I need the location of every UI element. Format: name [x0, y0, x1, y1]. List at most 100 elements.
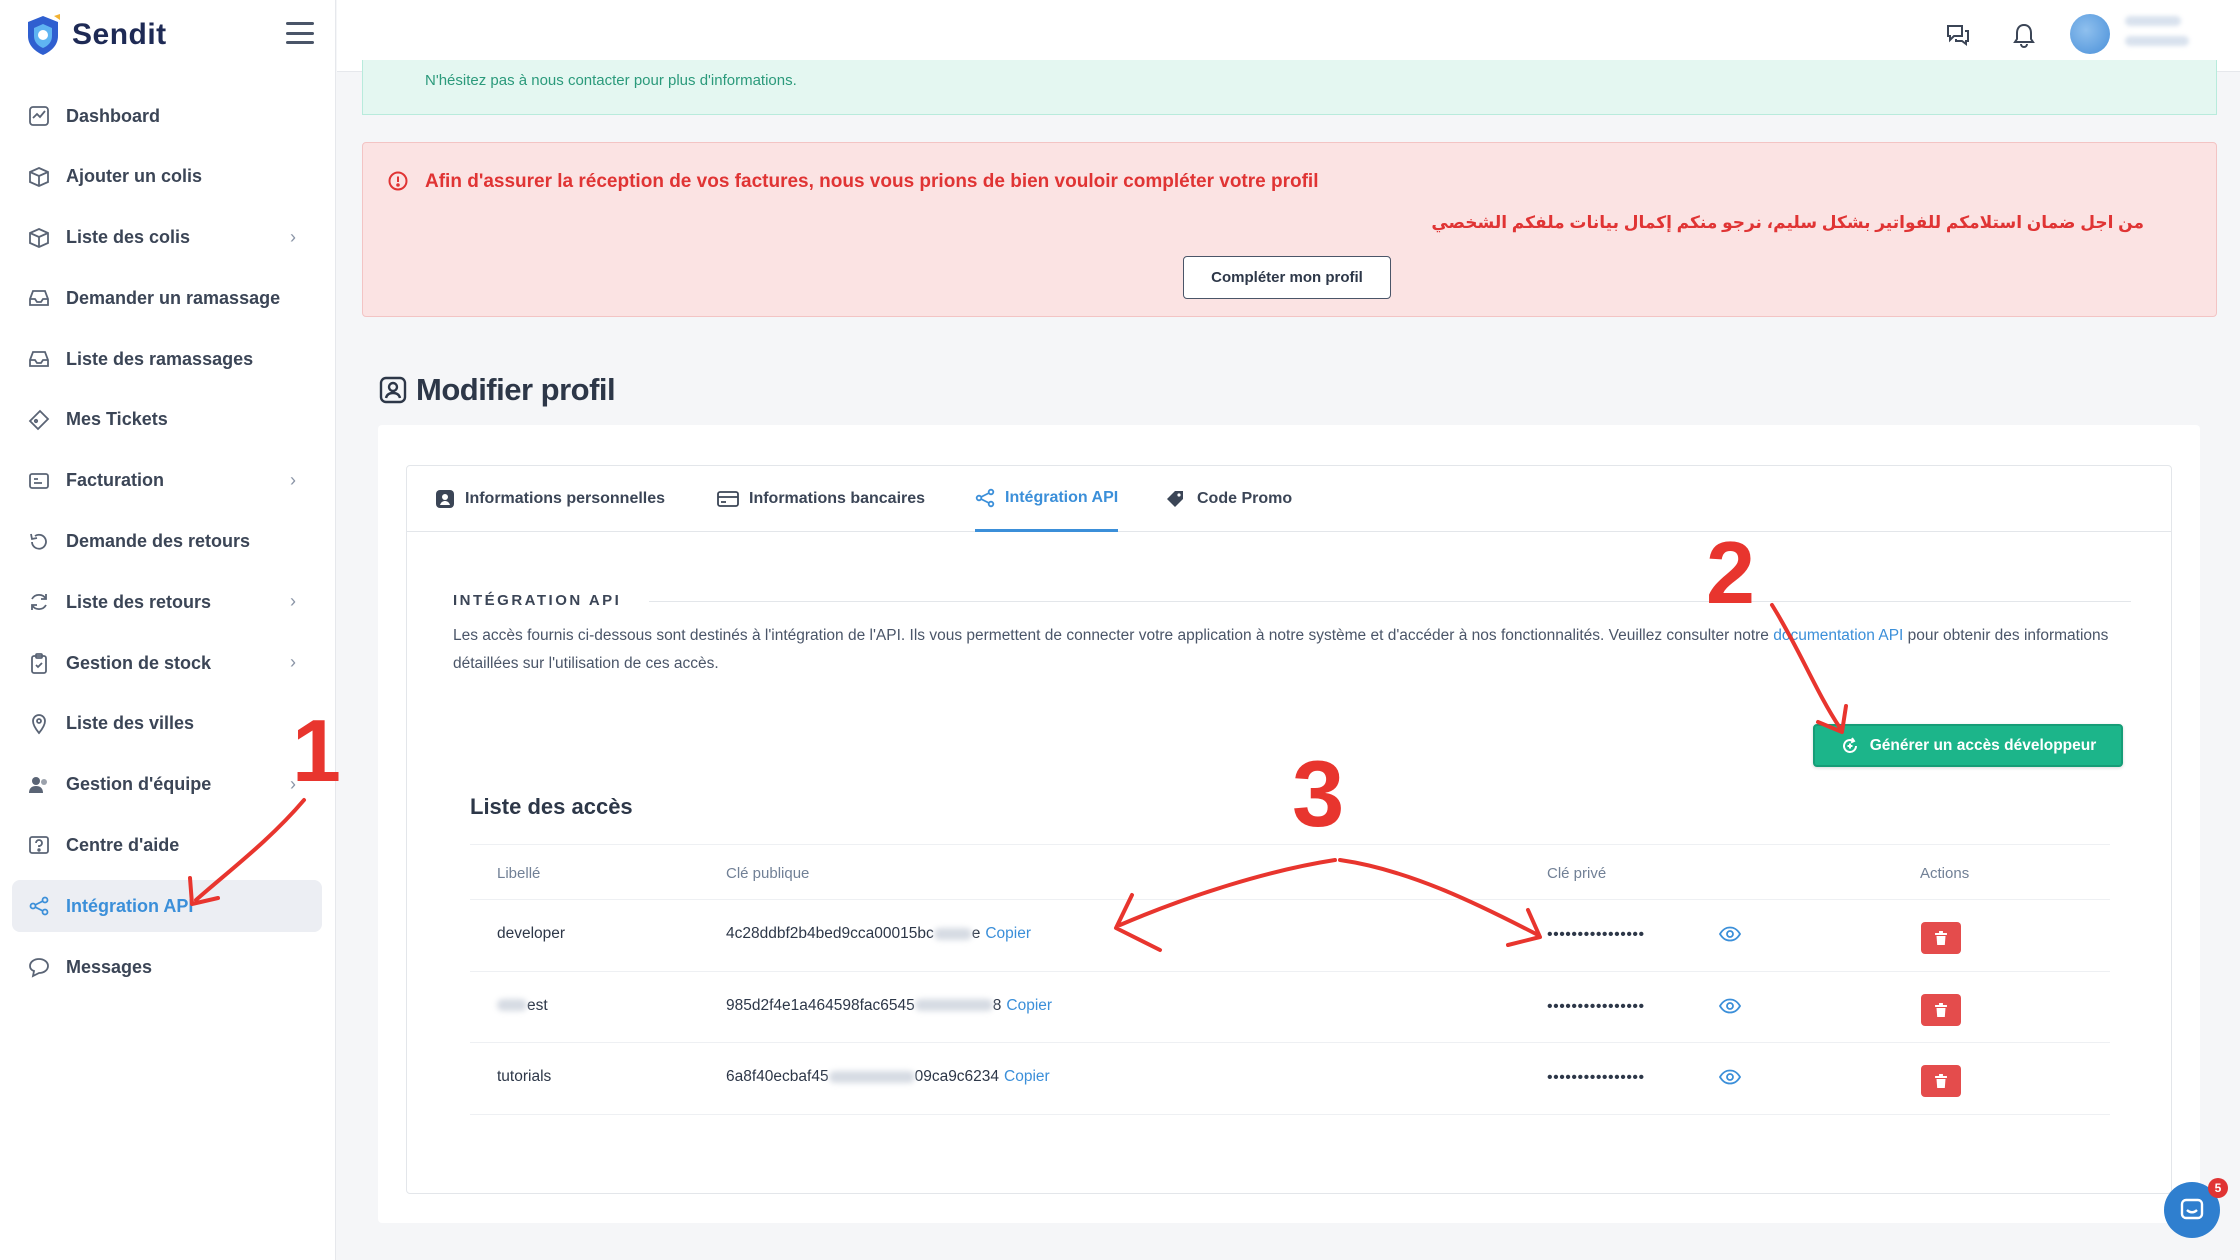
sidebar-item-label: Liste des villes [66, 713, 195, 734]
access-table: Libellé Clé publique Clé privé Actions d… [470, 844, 2110, 1115]
public-key-start: 6a8f40ecbaf45 [726, 1068, 829, 1085]
sidebar-nav: Dashboard Ajouter un colis Liste des col… [12, 90, 322, 1002]
sidebar-item-label: Mes Tickets [66, 409, 168, 430]
sidebar-item-api-integration[interactable]: Intégration API [12, 880, 322, 933]
sidebar-item-dashboard[interactable]: Dashboard [12, 90, 322, 142]
sidebar-item-billing[interactable]: Facturation › [12, 455, 322, 507]
chat-icon[interactable] [1943, 20, 1973, 50]
complete-profile-button[interactable]: Compléter mon profil [1183, 256, 1391, 299]
refresh-plus-icon [1842, 736, 1857, 753]
api-documentation-link[interactable]: documentation API [1773, 627, 1903, 644]
page-title-text: Modifier profil [416, 372, 616, 407]
redacted-label-part [497, 999, 527, 1012]
api-section-title: INTÉGRATION API [453, 592, 622, 609]
page-title: Modifier profil [378, 372, 616, 408]
ticket-icon [26, 407, 52, 433]
sidebar-item-label: Intégration API [66, 895, 194, 916]
sidebar-item-label: Gestion de stock [66, 652, 212, 673]
sidebar-item-return-request[interactable]: Demande des retours [12, 516, 322, 568]
private-key-masked: •••••••••••••••• [1547, 926, 1645, 943]
api-description-text: Les accès fournis ci-dessous sont destin… [453, 627, 1774, 644]
tab-personal-info[interactable]: Informations personnelles [435, 466, 665, 532]
profile-tabs-panel: Informations personnelles Informations b… [406, 465, 2172, 1194]
table-row: est 985d2f4e1a464598fac6545 8 Copier •••••… [470, 972, 2110, 1043]
generate-button-label: Générer un accès développeur [1869, 736, 2097, 754]
access-label: est [497, 997, 548, 1015]
sidebar-item-label: Liste des ramassages [66, 348, 254, 369]
user-card-icon [436, 490, 454, 508]
sidebar-item-help[interactable]: Centre d'aide [12, 820, 322, 872]
table-row: tutorials 6a8f40ecbaf45 09ca9c6234 Copier … [470, 1043, 2110, 1115]
tab-api-integration[interactable]: Intégration API [975, 466, 1119, 532]
sidebar-item-label: Liste des retours [66, 591, 212, 612]
tab-label: Code Promo [1197, 490, 1293, 507]
copy-button[interactable]: Copier [985, 925, 1031, 942]
copy-button[interactable]: Copier [1004, 1068, 1050, 1085]
sidebar-item-label: Facturation [66, 470, 165, 491]
brand-name: Sendit [72, 18, 167, 51]
chevron-right-icon: › [290, 652, 296, 673]
tab-bank-info[interactable]: Informations bancaires [717, 466, 925, 532]
brand-logo[interactable]: Sendit [24, 12, 167, 58]
sidebar-item-request-pickup[interactable]: Demander un ramassage [12, 272, 322, 324]
eye-icon[interactable] [1719, 926, 1741, 942]
generate-developer-access-button[interactable]: Générer un accès développeur [1813, 724, 2123, 767]
trash-icon [1935, 931, 1947, 945]
sidebar-item-label: Liste des colis [66, 227, 191, 248]
avatar[interactable] [2070, 14, 2110, 54]
eye-icon[interactable] [1719, 998, 1741, 1014]
inbox-icon [26, 285, 52, 311]
trash-icon [1935, 1074, 1947, 1088]
public-key-end: 09ca9c6234 [914, 1068, 1000, 1085]
copy-button[interactable]: Copier [1006, 997, 1052, 1014]
redacted-key-part [914, 999, 993, 1012]
annotation-number-two: 2 [1706, 523, 1755, 622]
profile-icon [379, 376, 407, 404]
sidebar-item-cities[interactable]: Liste des villes [12, 698, 322, 750]
public-key-start: 985d2f4e1a464598fac6545 [726, 996, 915, 1014]
profile-card: Informations personnelles Informations b… [378, 425, 2200, 1223]
delete-button[interactable] [1921, 993, 1961, 1026]
inbox-list-icon [26, 346, 52, 372]
tab-promo-code[interactable]: Code Promo [1165, 466, 1292, 532]
column-header-actions: Actions [1920, 865, 1970, 882]
delete-button[interactable] [1921, 1065, 1961, 1097]
warning-text-ar: من اجل ضمان استلامكم للفواتير بشكل سليم،… [1431, 213, 2144, 232]
section-divider [649, 601, 2131, 602]
column-header-public-key: Clé publique [726, 865, 810, 882]
private-key-masked: •••••••••••••••• [1547, 997, 1645, 1015]
sidebar-item-return-list[interactable]: Liste des retours › [12, 576, 322, 628]
delete-button[interactable] [1921, 922, 1961, 954]
public-key: 4c28ddbf2b4bed9cca00015bc e Copier [726, 925, 1031, 943]
menu-toggle-icon[interactable] [286, 22, 314, 44]
public-key: 6a8f40ecbaf45 09ca9c6234 Copier [726, 1068, 1050, 1086]
share-icon [26, 893, 52, 919]
sidebar-item-stock[interactable]: Gestion de stock › [12, 637, 322, 689]
user-menu[interactable] [2125, 16, 2195, 56]
sidebar-item-pickup-list[interactable]: Liste des ramassages [12, 333, 322, 385]
sidebar-item-add-package[interactable]: Ajouter un colis [12, 151, 322, 203]
redacted-key-part [933, 927, 972, 940]
sidebar-item-label: Demander un ramassage [66, 287, 281, 308]
package-icon [26, 164, 52, 190]
sidebar-item-package-list[interactable]: Liste des colis › [12, 212, 322, 264]
eye-icon[interactable] [1719, 1069, 1741, 1085]
public-key-start: 4c28ddbf2b4bed9cca00015bc [726, 925, 934, 942]
redacted-key-part [828, 1070, 915, 1083]
sidebar-item-label: Dashboard [66, 105, 161, 126]
bell-icon[interactable] [2009, 20, 2039, 50]
annotation-number-one: 1 [292, 701, 341, 800]
column-header-private-key: Clé privé [1547, 865, 1607, 882]
sidebar-item-tickets[interactable]: Mes Tickets [12, 394, 322, 446]
tag-icon [1167, 491, 1183, 507]
sendit-logo-icon [28, 14, 60, 55]
sidebar-item-messages[interactable]: Messages [12, 941, 322, 993]
sidebar: Sendit Dashboard Ajouter un colis Liste … [0, 0, 336, 1260]
info-alert: N'hésitez pas à nous contacter pour plus… [362, 60, 2217, 115]
sidebar-item-label: Gestion d'équipe [66, 774, 212, 795]
dashboard-icon [26, 103, 52, 129]
public-key-end: e [971, 925, 981, 942]
sidebar-item-team[interactable]: Gestion d'équipe › [12, 759, 322, 811]
table-header: Libellé Clé publique Clé privé Actions [470, 844, 2110, 900]
api-description: Les accès fournis ci-dessous sont destin… [453, 622, 2133, 678]
